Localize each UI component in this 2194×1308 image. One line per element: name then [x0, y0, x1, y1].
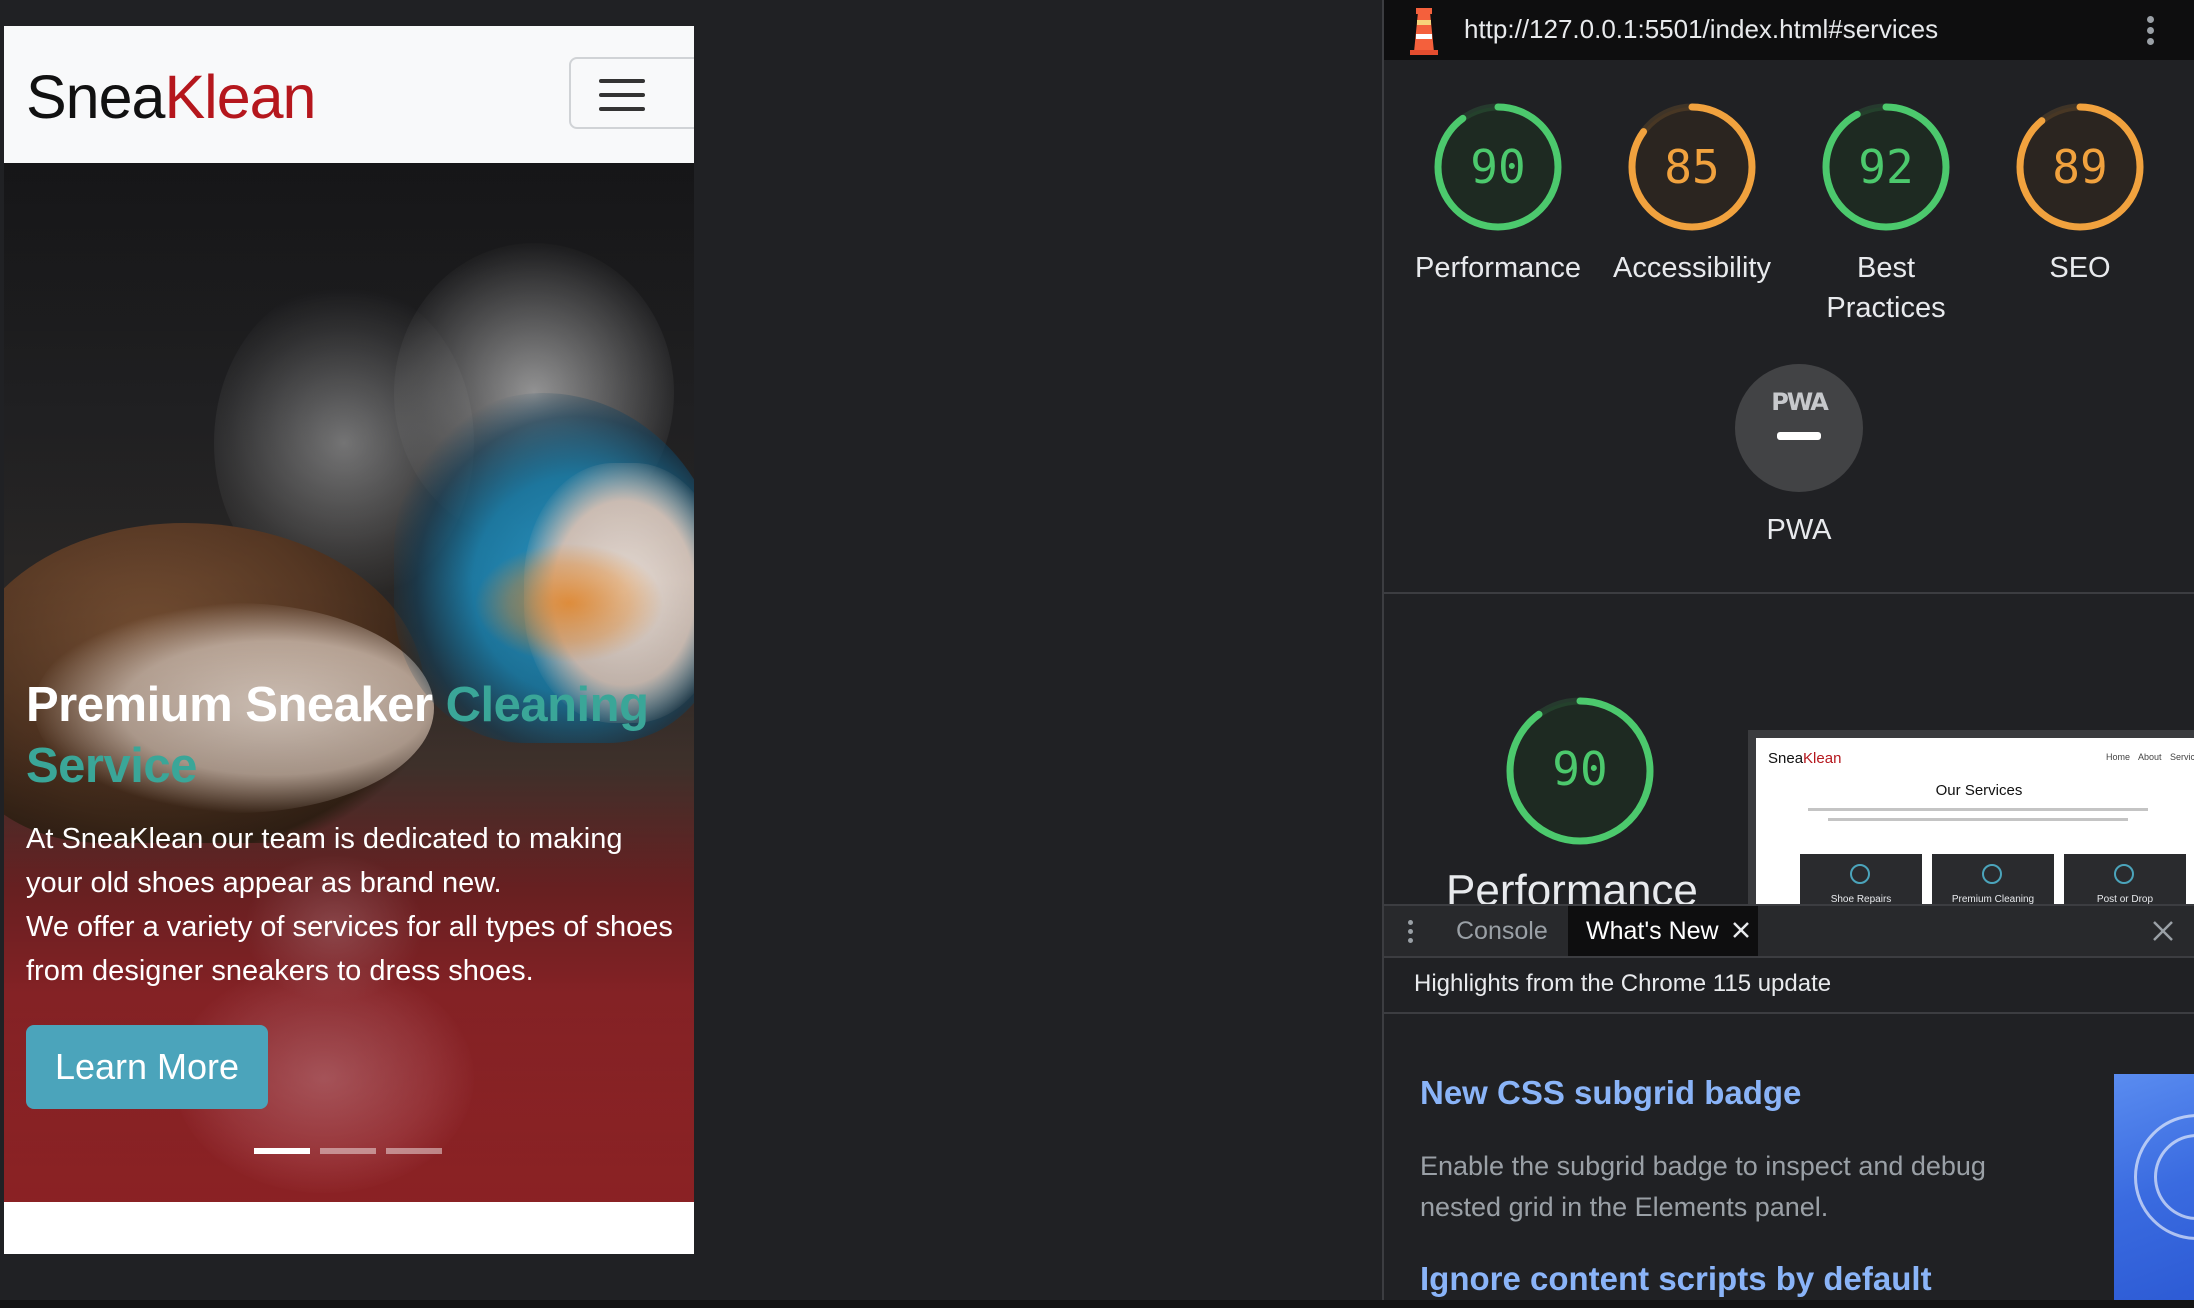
- label-pwa: PWA: [1766, 514, 1832, 546]
- navbar-toggle-button[interactable]: [569, 57, 694, 129]
- site-navbar: SneaKlean: [4, 26, 694, 163]
- hero-title-white: Premium Sneaker: [26, 678, 446, 732]
- tab-whats-new[interactable]: What's New: [1568, 906, 1758, 956]
- drawer-menu-icon[interactable]: [1404, 916, 1418, 948]
- thumb-nav: Home About Services: [2106, 752, 2194, 762]
- label-seo: SEO: [2049, 252, 2111, 284]
- tab-whats-new-label: What's New: [1586, 917, 1719, 945]
- lighthouse-icon: [1410, 8, 1438, 55]
- thumb-card-label: Shoe Repairs: [1830, 894, 1892, 904]
- whats-new-highlight-row: Highlights from the Chrome 115 update: [1384, 958, 2194, 1014]
- lighthouse-url-bar: http://127.0.0.1:5501/index.html#service…: [1384, 0, 2194, 60]
- close-drawer-icon[interactable]: [2150, 918, 2176, 944]
- shoe-repair-icon: [1850, 864, 1870, 884]
- thumb-brand-part2: Klean: [1803, 750, 1842, 767]
- carousel-indicator-3[interactable]: [386, 1148, 442, 1154]
- feature-title-link[interactable]: New CSS subgrid badge: [1420, 1074, 1801, 1112]
- close-tab-icon[interactable]: [1730, 919, 1752, 941]
- hero-desc-line1: At SneaKlean our team is dedicated to ma…: [26, 823, 623, 899]
- main-performance-score: 90: [1552, 742, 1608, 796]
- drawer-tab-bar: Console What's New: [1384, 904, 2194, 958]
- whats-new-content: New CSS subgrid badge Enable the subgrid…: [1384, 1014, 2194, 1308]
- page-screenshot-thumbnail[interactable]: SneaKlean Home About Services Our Servic…: [1748, 730, 2194, 904]
- truck-icon: [2114, 864, 2134, 884]
- label-accessibility: Accessibility: [1613, 252, 1771, 284]
- gauge-best-practices[interactable]: 92 Best Practices: [1789, 100, 1983, 328]
- feature-illustration: [2114, 1074, 2194, 1308]
- thumb-card: Shoe Repairs: [1800, 854, 1922, 904]
- hero-description: At SneaKlean our team is dedicated to ma…: [26, 817, 686, 993]
- gauge-pwa[interactable]: PWA PWA: [1702, 364, 1896, 547]
- brand-part1: Snea: [26, 63, 165, 131]
- gauge-seo[interactable]: 89 SEO: [1983, 100, 2177, 288]
- carousel-indicator-1[interactable]: [254, 1148, 310, 1154]
- hero-carousel: Premium Sneaker Cleaning Service At Snea…: [4, 163, 694, 1202]
- tab-console[interactable]: Console: [1436, 906, 1568, 956]
- thumb-card: Post or Drop: [2064, 854, 2186, 904]
- gauge-accessibility[interactable]: 85 Accessibility: [1595, 100, 1789, 288]
- window-bottom-edge: [0, 1300, 2194, 1308]
- feature-description: Enable the subgrid badge to inspect and …: [1420, 1151, 1986, 1222]
- carousel-indicator-2[interactable]: [320, 1148, 376, 1154]
- label-performance: Performance: [1414, 252, 1581, 284]
- hero-title: Premium Sneaker Cleaning Service: [26, 675, 686, 797]
- hourglass-icon: [1982, 864, 2002, 884]
- thumb-card: Premium Cleaning: [1932, 854, 2054, 904]
- thumb-brand: SneaKlean: [1768, 750, 1841, 767]
- whats-new-highlight: Highlights from the Chrome 115 update: [1414, 970, 1832, 997]
- score-accessibility: 85: [1664, 140, 1720, 194]
- main-performance-gauge: 90: [1502, 693, 1658, 849]
- thumb-card-label: Premium Cleaning: [1951, 894, 2035, 904]
- learn-more-button[interactable]: Learn More: [26, 1025, 268, 1109]
- thumb-text-line: [1808, 808, 2148, 811]
- brand-logo[interactable]: SneaKlean: [26, 60, 316, 134]
- pwa-badge-icon: PWA: [1735, 364, 1863, 492]
- score-best-practices: 92: [1858, 140, 1914, 194]
- score-seo: 89: [2052, 140, 2108, 194]
- pwa-badge-text: PWA: [1771, 388, 1829, 416]
- gauge-performance[interactable]: 90 Performance: [1401, 100, 1595, 288]
- score-performance: 90: [1470, 140, 1526, 194]
- brand-part2: Klean: [164, 63, 316, 131]
- feature-title-link[interactable]: Ignore content scripts by default: [1420, 1260, 1932, 1298]
- audited-url[interactable]: http://127.0.0.1:5501/index.html#service…: [1464, 14, 1938, 45]
- more-options-icon[interactable]: [2136, 10, 2166, 50]
- label-best-practices: Best Practices: [1826, 252, 1946, 324]
- pwa-dash-icon: [1777, 432, 1821, 440]
- thumb-brand-part1: Snea: [1768, 750, 1804, 767]
- hero-desc-line2: We offer a variety of services for all t…: [26, 911, 673, 987]
- thumb-card-label: Post or Drop: [2096, 894, 2154, 904]
- thumb-heading: Our Services: [1935, 782, 2023, 799]
- section-divider: [1384, 592, 2194, 594]
- thumb-text-line: [1828, 818, 2128, 821]
- website-preview: SneaKlean Premium Sneaker Cleaning Servi…: [4, 26, 694, 1254]
